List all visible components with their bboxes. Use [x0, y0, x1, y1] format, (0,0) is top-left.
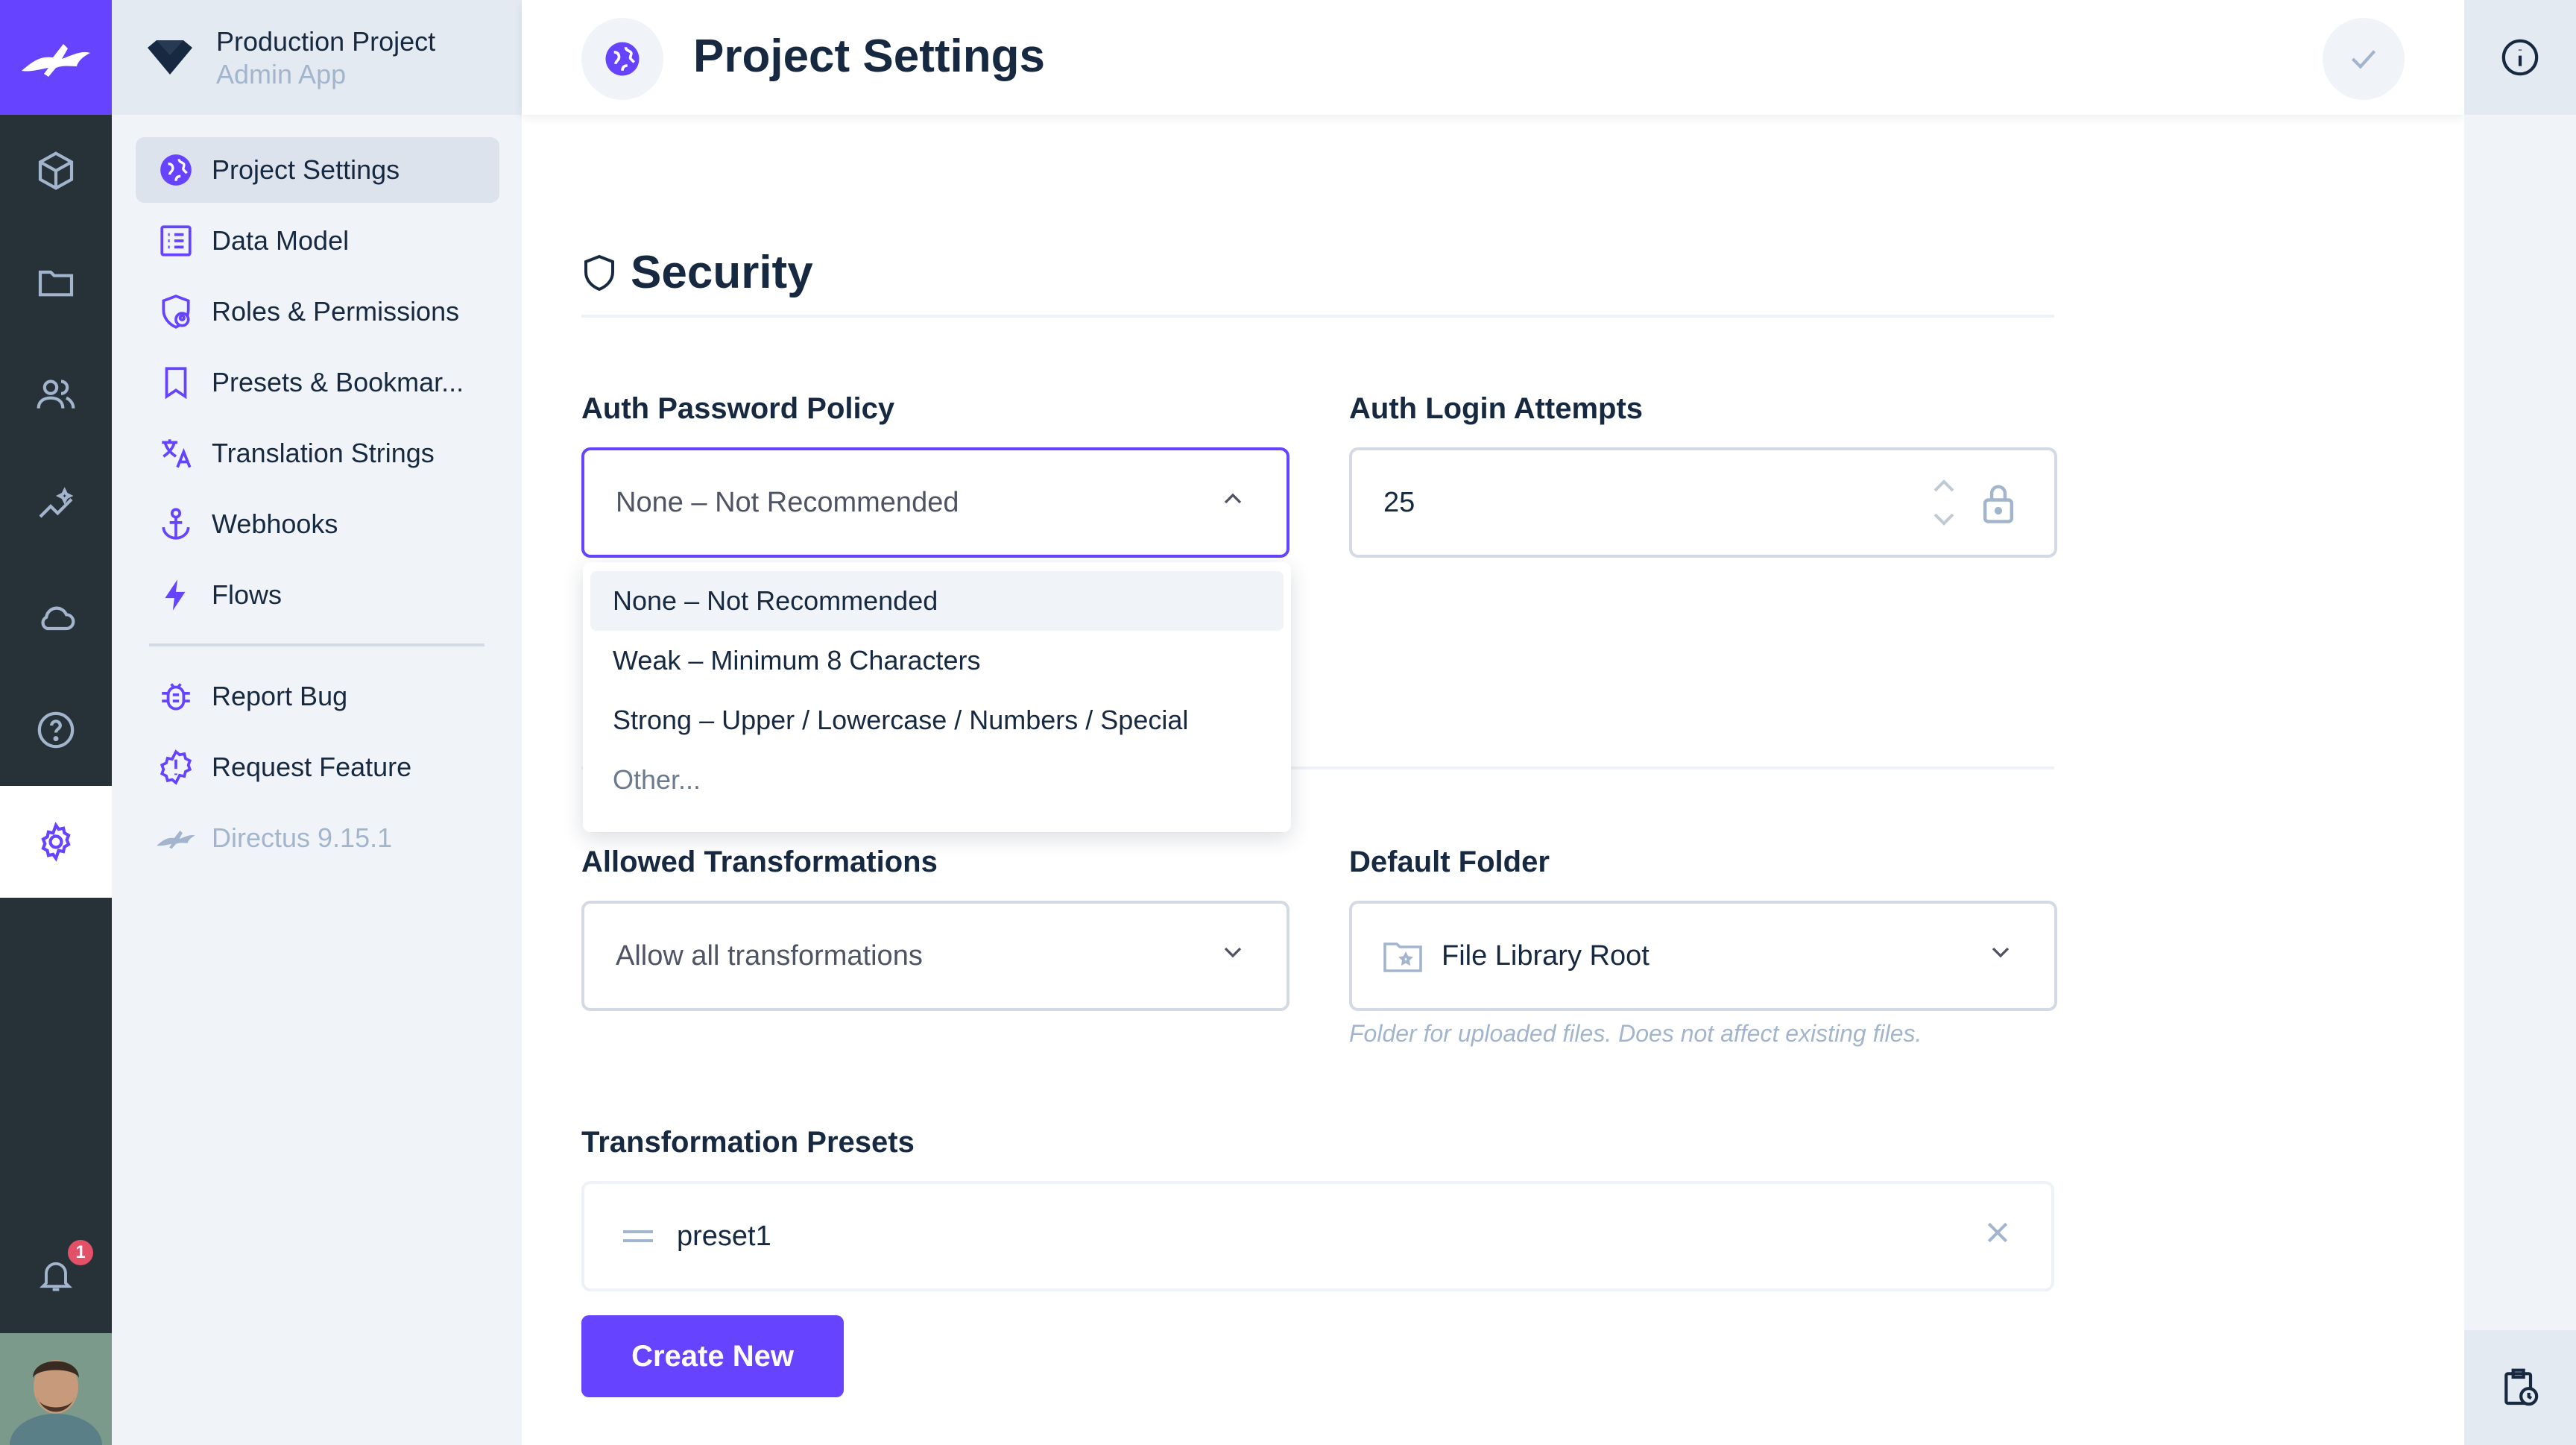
nav-item-label: Request Feature [212, 752, 412, 782]
nav-item-label: Webhooks [212, 509, 338, 539]
nav-item-roles-permissions[interactable]: Roles & Permissions [136, 279, 499, 344]
folder-special-icon [1383, 939, 1422, 972]
settings-navigation: Production Project Admin App Project Set… [112, 0, 522, 1445]
input-value: 25 [1383, 486, 1415, 518]
chevron-down-icon [1218, 937, 1248, 975]
login-attempts-input[interactable]: 25 [1349, 447, 2057, 558]
notifications-bell-icon[interactable] [0, 1223, 112, 1327]
nav-item-label: Data Model [212, 225, 350, 256]
version-info[interactable]: Directus 9.15.1 [136, 805, 499, 871]
nav-item-report-bug[interactable]: Report Bug [136, 664, 499, 729]
rabbit-logo-icon [22, 44, 90, 77]
globe-icon [155, 149, 197, 191]
nav-item-flows[interactable]: Flows [136, 562, 499, 628]
user-avatar[interactable] [0, 1333, 112, 1445]
bug-icon [155, 676, 197, 717]
page-title: Project Settings [693, 31, 1045, 82]
security-section-title: Security [581, 246, 813, 299]
shield-icon [584, 254, 614, 291]
dropdown-option[interactable]: None – Not Recommended [590, 571, 1284, 631]
stepper-icon[interactable] [1931, 476, 1957, 537]
bolt-icon [155, 574, 197, 616]
allowed-transformations-label: Allowed Transformations [581, 846, 938, 878]
preset-name: preset1 [677, 1220, 771, 1252]
create-new-button[interactable]: Create New [581, 1315, 844, 1397]
files-module-icon[interactable] [0, 227, 112, 339]
notification-badge: 1 [66, 1238, 95, 1268]
nav-item-translation-strings[interactable]: Translation Strings [136, 421, 499, 486]
nav-item-label: Translation Strings [212, 438, 435, 468]
default-folder-label: Default Folder [1349, 846, 1550, 878]
shield-user-icon [155, 291, 197, 333]
check-icon [2351, 50, 2376, 69]
allowed-transformations-select[interactable]: Allow all transformations [581, 901, 1289, 1011]
translate-icon [155, 432, 197, 474]
new-releases-icon [155, 746, 197, 788]
users-module-icon[interactable] [0, 339, 112, 450]
project-subtitle: Admin App [216, 59, 347, 89]
login-attempts-label: Auth Login Attempts [1349, 392, 1644, 425]
nav-item-request-feature[interactable]: Request Feature [136, 734, 499, 800]
dropdown-option[interactable]: Weak – Minimum 8 Characters [590, 631, 1284, 690]
chevron-up-icon [1218, 484, 1248, 521]
project-switcher[interactable]: Production Project Admin App [112, 0, 522, 115]
password-policy-label: Auth Password Policy [581, 392, 895, 425]
nav-item-webhooks[interactable]: Webhooks [136, 491, 499, 557]
page-header: Project Settings [522, 0, 2464, 115]
nav-item-label: Roles & Permissions [212, 296, 460, 327]
dropdown-option[interactable]: Strong – Upper / Lowercase / Numbers / S… [590, 690, 1284, 750]
globe-icon [581, 18, 663, 100]
select-value: File Library Root [1442, 939, 1650, 972]
nav-item-label: Project Settings [212, 154, 400, 185]
section-title-text: Security [631, 247, 813, 298]
password-policy-select[interactable]: None – Not Recommended [581, 447, 1289, 558]
module-bar: 1 [0, 0, 112, 1445]
insights-module-icon[interactable] [0, 450, 112, 562]
anchor-icon [155, 503, 197, 545]
lock-icon [1980, 482, 2017, 532]
select-value: None – Not Recommended [616, 486, 959, 518]
chevron-down-icon [1986, 937, 2015, 975]
main-content: Security Auth Password Policy None – Not… [522, 115, 2464, 1445]
drag-handle-icon[interactable] [622, 1221, 654, 1253]
version-label: Directus 9.15.1 [212, 822, 393, 853]
nav-item-label: Report Bug [212, 681, 348, 711]
directus-rabbit-icon [155, 817, 197, 859]
activity-log-icon[interactable] [2464, 1330, 2576, 1445]
remove-icon[interactable] [1983, 1218, 2012, 1255]
password-policy-dropdown: None – Not Recommended Weak – Minimum 8 … [583, 562, 1291, 832]
dropdown-option[interactable]: Other... [590, 750, 1284, 810]
project-name: Production Project [216, 26, 436, 57]
content-module-icon[interactable] [0, 115, 112, 227]
directus-logo[interactable] [0, 0, 112, 115]
list-alt-icon [155, 220, 197, 262]
right-sidebar [2464, 0, 2576, 1445]
nav-item-label: Presets & Bookmar... [212, 367, 464, 397]
section-divider [581, 315, 2054, 318]
help-module-icon[interactable] [0, 674, 112, 786]
default-folder-hint: Folder for uploaded files. Does not affe… [1349, 1020, 1922, 1047]
app-window: 1 Production Project Admin App Project S… [0, 0, 2576, 1445]
nav-divider [149, 643, 484, 646]
info-icon[interactable] [2464, 0, 2576, 115]
default-folder-select[interactable]: File Library Root [1349, 901, 2057, 1011]
nav-item-presets-bookmarks[interactable]: Presets & Bookmar... [136, 350, 499, 415]
settings-module-icon[interactable] [0, 786, 112, 898]
save-button[interactable] [2323, 18, 2405, 100]
transformation-presets-label: Transformation Presets [581, 1126, 915, 1159]
nav-item-label: Flows [212, 579, 282, 610]
project-logo-icon [148, 40, 192, 78]
bookmark-icon [155, 362, 197, 403]
nav-item-data-model[interactable]: Data Model [136, 208, 499, 274]
cloud-module-icon[interactable] [0, 562, 112, 674]
nav-item-project-settings[interactable]: Project Settings [136, 137, 499, 203]
select-value: Allow all transformations [616, 939, 923, 972]
preset-item[interactable]: preset1 [581, 1181, 2054, 1291]
